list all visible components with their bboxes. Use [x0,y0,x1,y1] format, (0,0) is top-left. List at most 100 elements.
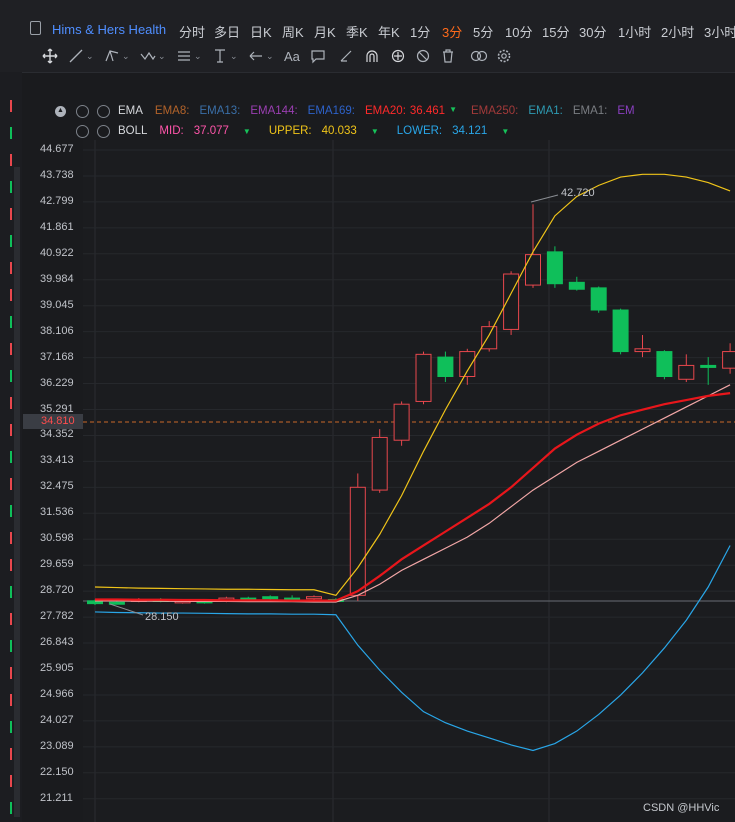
price-axis-label: 41.861 [40,220,74,233]
watchlist-change-marker [10,154,12,166]
text-icon[interactable]: Aa [284,46,300,66]
candle-body [546,251,563,285]
left-scrollbar[interactable] [14,167,20,817]
sync-icon[interactable] [390,46,406,66]
ema-item-label: EMA20: [364,105,406,117]
drawing-toolbar: ⌄ ⌄ ⌄ ⌄ ⌄ ⌄ Aa [0,40,735,73]
boll-upper-label: UPPER: [268,125,312,137]
visibility-icon[interactable] [470,46,488,66]
ema-item-label: EMA250: [471,105,519,117]
period-daily[interactable]: 日K [250,22,272,41]
period-weekly[interactable]: 周K [282,22,304,41]
period-1hour[interactable]: 1小时 [618,22,651,41]
watermark: CSDN @HHVic [643,802,720,814]
collapse-icon[interactable]: ▲ [55,105,66,117]
period-30min[interactable]: 30分 [579,22,606,41]
boll-mid-value: 37.077 [193,125,229,137]
ema-settings-icon[interactable] [76,104,89,118]
candle-body [590,287,607,311]
settings-icon[interactable] [496,46,512,66]
price-axis-label: 25.905 [40,662,74,674]
ema-legend: ▲ EMA EMA8: EMA13: EMA144: EMA169: EMA20: 36.… [55,102,645,120]
boll-lower-caret-icon[interactable]: ▼ [501,127,509,136]
ema-item-label: EMA8: [154,105,190,117]
candle-body [634,348,651,353]
watchlist-change-marker [10,694,12,706]
candle-body [349,486,366,596]
ema-close-icon[interactable] [97,104,110,118]
boll-close-icon[interactable] [97,124,110,138]
boll-legend: BOLL MID: 37.077 ▼ UPPER: 40.033 ▼ LOWER: … [55,122,509,140]
note-icon[interactable] [310,46,326,66]
watchlist-change-marker [10,451,12,463]
price-axis-label: 42.799 [40,194,74,207]
fib-icon[interactable]: ⌄ [176,46,202,66]
hide-icon[interactable] [415,46,431,66]
move-icon[interactable] [42,46,58,66]
left-panel [0,72,22,822]
price-axis-label: 33.413 [40,454,74,467]
candle-body [393,403,410,441]
ema-item-label: EM [617,105,635,117]
boll-mid-label: MID: [159,125,184,137]
symbol-title[interactable]: Hims & Hers Health [52,22,166,37]
channel-icon[interactable]: ⌄ [104,46,130,66]
boll-mid-caret-icon[interactable]: ▼ [243,127,251,136]
price-axis-label: 21.211 [40,791,73,804]
period-multi-day[interactable]: 多日 [214,22,240,41]
line-icon[interactable]: ⌄ [68,46,94,66]
period-10min[interactable]: 10分 [505,22,532,41]
watchlist-change-marker [10,532,12,544]
period-2hour[interactable]: 2小时 [661,22,694,41]
layout-icon[interactable] [30,21,41,35]
watchlist-change-marker [10,316,12,328]
delete-icon[interactable] [440,46,456,66]
watchlist-change-marker [10,397,12,409]
boll-lower-value: 34.121 [452,125,488,137]
boll-lower-label: LOWER: [396,125,443,137]
pattern-icon[interactable]: ⌄ [140,46,166,66]
period-intraday[interactable]: 分时 [179,22,205,41]
price-axis-label: 31.536 [40,506,74,519]
arrow-icon[interactable]: ⌄ [248,46,274,66]
period-monthly[interactable]: 月K [314,22,336,41]
watchlist-change-marker [10,289,12,301]
period-3min[interactable]: 3分 [442,22,462,41]
period-yearly[interactable]: 年K [378,22,400,41]
candle-body [700,364,717,368]
watchlist-change-marker [10,127,12,139]
boll-upper-caret-icon[interactable]: ▼ [371,127,379,136]
ema-item-label: EMA169: [307,105,355,117]
ema-caret-icon[interactable]: ▼ [449,105,457,117]
price-axis-label: 24.966 [40,687,74,700]
period-quarterly[interactable]: 季K [346,22,368,41]
candle-body [656,351,673,378]
watchlist-change-marker [10,613,12,625]
boll-settings-icon[interactable] [76,124,89,138]
price-axis-label: 26.843 [40,636,74,649]
magnet-icon[interactable] [364,46,380,66]
period-5min[interactable]: 5分 [473,22,493,41]
candle-body [678,364,695,380]
candle-body [568,281,585,290]
watchlist-change-marker [10,505,12,517]
watchlist-change-marker [10,262,12,274]
period-1min[interactable]: 1分 [410,22,430,41]
candle-body [722,351,735,369]
measure-icon[interactable]: ⌄ [212,46,238,66]
candle-body [612,309,629,353]
ema-item-label: EMA144: [250,105,298,117]
period-15min[interactable]: 15分 [542,22,569,41]
watchlist-change-marker [10,343,12,355]
candle-body [481,326,498,350]
ruler-icon[interactable] [338,46,354,66]
watchlist-change-marker [10,100,12,112]
top-toolbar: Hims & Hers Health 分时 多日 日K 周K 月K 季K 年K … [0,0,735,40]
watchlist-change-marker [10,559,12,571]
price-axis-label: 36.229 [40,376,74,389]
price-axis-label: 43.738 [40,168,74,181]
ema-item-label: EMA1: [528,105,563,117]
boll-name: BOLL [118,125,148,137]
period-3hour[interactable]: 3小时 [704,22,735,41]
candle-body [371,436,388,491]
